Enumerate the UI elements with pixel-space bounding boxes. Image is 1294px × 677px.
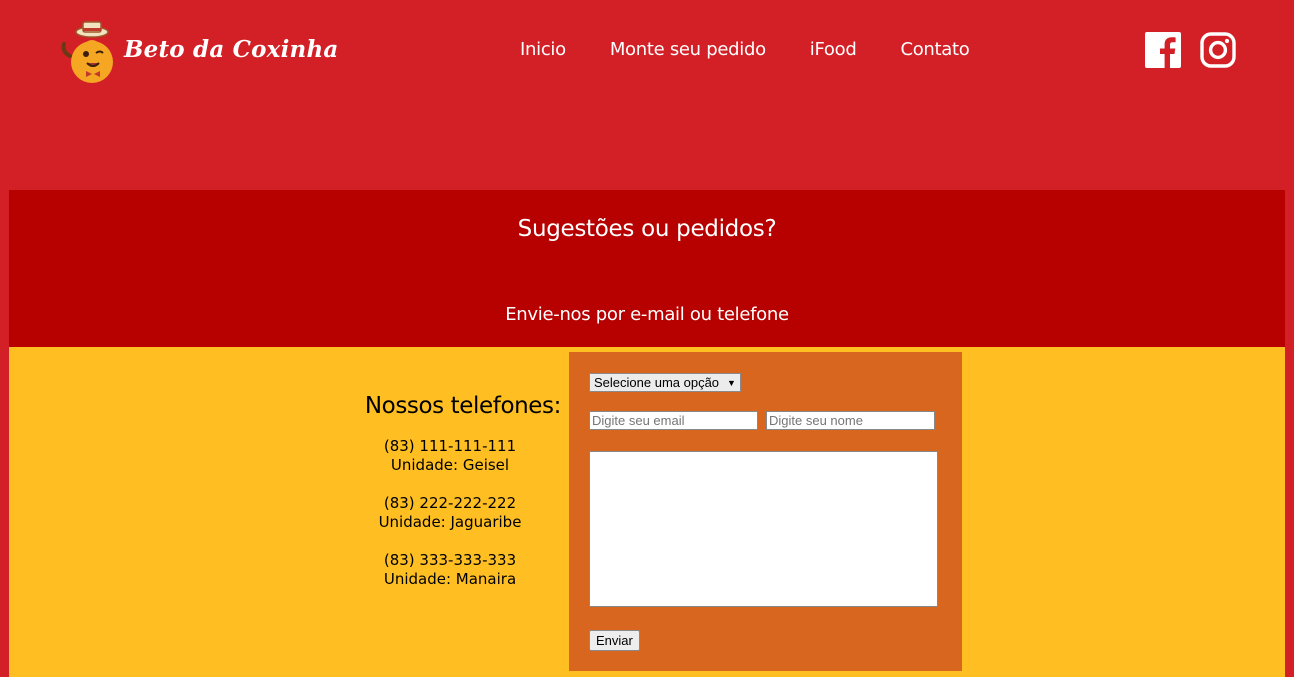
nav-item-inicio[interactable]: Inicio	[520, 39, 566, 60]
facebook-icon[interactable]	[1145, 32, 1181, 68]
phone-unit: Unidade: Geisel	[390, 456, 510, 474]
email-field[interactable]	[589, 411, 758, 430]
phone-unit: Unidade: Jaguaribe	[378, 513, 522, 531]
nav-item-monte-seu-pedido[interactable]: Monte seu pedido	[610, 39, 766, 60]
message-textarea[interactable]	[589, 451, 938, 607]
phone-number: (83) 111-111-111	[383, 437, 517, 455]
banner-subtitle: Envie-nos por e-mail ou telefone	[505, 304, 789, 325]
phones-list: Nossos telefones: (83) 111-111-111 Unida…	[339, 393, 562, 608]
contact-form: Selecione uma opção ▼ Enviar	[569, 352, 962, 671]
social-links	[1145, 32, 1236, 68]
name-field[interactable]	[766, 411, 935, 430]
nav-item-contato[interactable]: Contato	[900, 39, 969, 60]
phone-number: (83) 333-333-333	[383, 551, 517, 569]
list-item: (83) 222-222-222 Unidade: Jaguaribe	[339, 494, 561, 532]
send-button[interactable]: Enviar	[589, 630, 640, 651]
instagram-icon[interactable]	[1200, 32, 1236, 68]
banner-title: Sugestões ou pedidos?	[517, 216, 777, 242]
main-nav: Inicio Monte seu pedido iFood Contato	[520, 39, 1014, 60]
phones-title: Nossos telefones:	[364, 393, 562, 419]
nav-item-ifood[interactable]: iFood	[810, 39, 857, 60]
phone-number: (83) 222-222-222	[383, 494, 517, 512]
list-item: (83) 111-111-111 Unidade: Geisel	[339, 437, 561, 475]
contact-banner: Sugestões ou pedidos? Envie-nos por e-ma…	[9, 190, 1285, 347]
contact-section: Nossos telefones: (83) 111-111-111 Unida…	[9, 347, 1285, 677]
subject-select[interactable]: Selecione uma opção ▼	[589, 373, 741, 392]
phone-unit: Unidade: Manaira	[383, 570, 517, 588]
list-item: (83) 333-333-333 Unidade: Manaira	[339, 551, 561, 589]
brand-logo[interactable]: Beto da Coxinha	[58, 18, 338, 84]
site-header: Beto da Coxinha Inicio Monte seu pedido …	[0, 0, 1294, 190]
brand-name: Beto da Coxinha	[124, 35, 339, 63]
caret-down-icon: ▼	[727, 377, 736, 388]
coxinha-mascot-icon	[61, 21, 113, 83]
subject-select-value: Selecione uma opção	[594, 375, 720, 390]
